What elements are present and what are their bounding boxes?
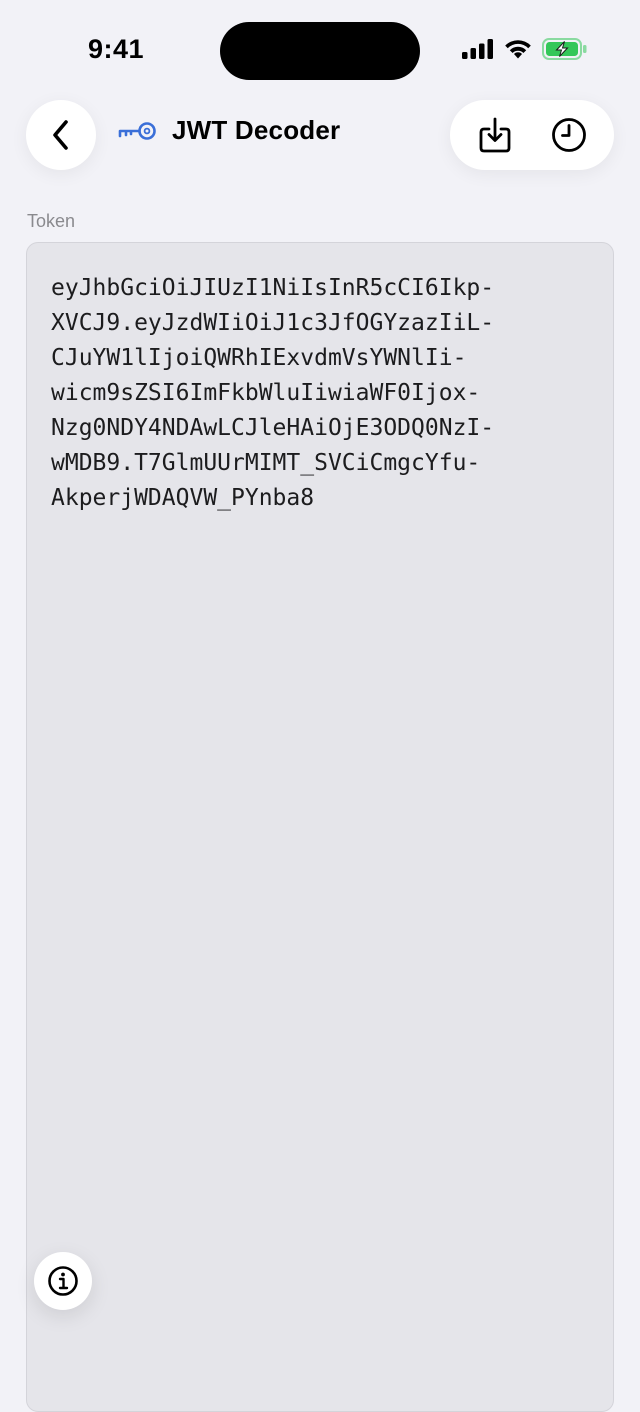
back-button[interactable] <box>26 100 96 170</box>
import-button[interactable] <box>465 105 525 165</box>
info-circle-icon <box>48 1266 78 1296</box>
key-icon <box>118 121 156 140</box>
token-text[interactable]: eyJhbGciOiJIUzI1NiIsInR5cCI6Ikp- XVCJ9.e… <box>51 271 591 516</box>
status-icons <box>462 38 588 60</box>
history-button[interactable] <box>539 105 599 165</box>
chevron-left-icon <box>53 120 68 150</box>
page-title: JWT Decoder <box>172 115 341 145</box>
dynamic-island <box>220 22 420 80</box>
cellular-signal-icon <box>462 39 493 59</box>
status-time: 9:41 <box>88 34 145 64</box>
battery-charging-icon <box>542 38 587 60</box>
token-line: XVCJ9.eyJzdWIiOiJ1c3JfOGYzazIiL- <box>51 310 495 336</box>
status-bar: 9:41 <box>0 0 640 100</box>
token-line: wicm9sZSI6ImFkbWluIiwiaWF0Ijox- <box>51 380 481 406</box>
import-download-icon <box>479 117 511 153</box>
token-label: Token <box>27 211 76 231</box>
token-line: eyJhbGciOiJIUzI1NiIsInR5cCI6Ikp- <box>51 275 495 301</box>
toolbar-actions <box>450 100 614 170</box>
token-line: CJuYW1lIjoiQWRhIExvdmVsYWNlIi- <box>51 345 467 371</box>
token-line: AkperjWDAQVW_PYnba8 <box>51 485 315 511</box>
wifi-icon <box>505 40 531 59</box>
navigation-bar: JWT Decoder <box>0 98 640 170</box>
token-input[interactable]: eyJhbGciOiJIUzI1NiIsInR5cCI6Ikp- XVCJ9.e… <box>26 242 614 1412</box>
history-clock-icon <box>552 118 586 152</box>
token-line: wMDB9.T7GlmUUrMIMT_SVCiCmgcYfu- <box>51 450 481 476</box>
info-button[interactable] <box>34 1252 92 1310</box>
token-line: Nzg0NDY4NDAwLCJleHAiOjE3ODQ0NzI- <box>51 415 495 441</box>
title-group: JWT Decoder <box>118 115 340 146</box>
